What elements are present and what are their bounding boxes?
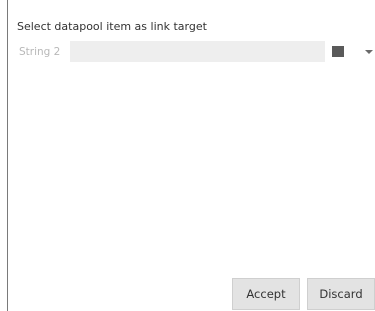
datapool-item-input[interactable] bbox=[70, 41, 325, 62]
datapool-item-label: String 2 bbox=[19, 46, 61, 58]
accept-button[interactable]: Accept bbox=[232, 278, 300, 310]
stop-square-icon[interactable] bbox=[332, 46, 344, 57]
discard-button[interactable]: Discard bbox=[307, 278, 375, 310]
dialog-title: Select datapool item as link target bbox=[17, 20, 207, 33]
link-target-dialog: Select datapool item as link target Stri… bbox=[0, 0, 375, 311]
dialog-left-border bbox=[7, 0, 8, 311]
dropdown-arrow-icon[interactable] bbox=[365, 50, 373, 54]
